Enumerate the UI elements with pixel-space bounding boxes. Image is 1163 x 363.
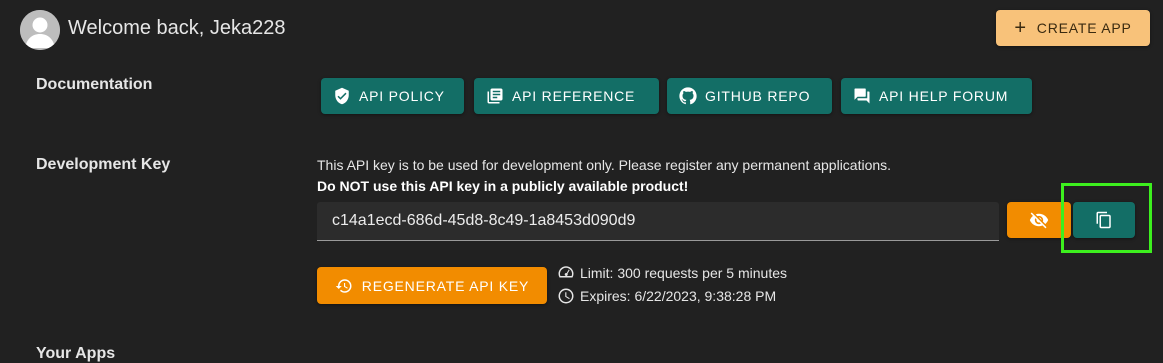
- copy-key-button[interactable]: [1073, 202, 1135, 238]
- api-help-forum-label: API HELP FORUM: [879, 88, 1009, 104]
- development-key-note: This API key is to be used for developme…: [317, 155, 891, 197]
- create-app-label: CREATE APP: [1036, 20, 1132, 36]
- regenerate-label: REGENERATE API KEY: [361, 277, 530, 294]
- api-key-value: c14a1ecd-686d-45d8-8c49-1a8453d090d9: [332, 212, 636, 229]
- rate-limit-info: Limit: 300 requests per 5 minutes: [557, 264, 787, 282]
- plus-icon: +: [1014, 17, 1027, 39]
- book-icon: [486, 87, 504, 105]
- api-key-field[interactable]: c14a1ecd-686d-45d8-8c49-1a8453d090d9: [317, 202, 999, 241]
- expires-text: Expires: 6/22/2023, 9:38:28 PM: [580, 288, 777, 304]
- api-help-forum-button[interactable]: API HELP FORUM: [841, 78, 1032, 114]
- regenerate-clock-icon: [335, 277, 353, 295]
- api-reference-button[interactable]: API REFERENCE: [474, 78, 659, 114]
- development-note-line: This API key is to be used for developme…: [317, 157, 892, 173]
- expiry-info: Expires: 6/22/2023, 9:38:28 PM: [557, 287, 776, 305]
- documentation-heading: Documentation: [36, 76, 153, 93]
- clock-icon: [557, 287, 575, 305]
- your-apps-heading: Your Apps: [36, 345, 116, 362]
- shield-check-icon: [333, 87, 351, 105]
- api-reference-label: API REFERENCE: [512, 88, 636, 104]
- github-repo-button[interactable]: GITHUB REPO: [667, 78, 832, 114]
- api-policy-label: API POLICY: [359, 88, 445, 104]
- copy-icon: [1095, 211, 1113, 229]
- user-avatar-icon: [20, 10, 60, 50]
- api-policy-button[interactable]: API POLICY: [321, 78, 464, 114]
- development-warning-line: Do NOT use this API key in a publicly av…: [317, 178, 689, 194]
- speedometer-icon: [557, 264, 575, 282]
- development-key-heading: Development Key: [36, 156, 171, 173]
- create-app-button[interactable]: + CREATE APP: [996, 10, 1150, 46]
- github-repo-label: GITHUB REPO: [705, 88, 811, 104]
- toggle-key-visibility-button[interactable]: [1007, 202, 1071, 238]
- limit-text: Limit: 300 requests per 5 minutes: [580, 265, 787, 281]
- eye-off-icon: [1029, 210, 1049, 230]
- avatar[interactable]: [20, 10, 60, 50]
- welcome-message: Welcome back, Jeka228: [68, 17, 286, 39]
- github-icon: [679, 87, 697, 105]
- regenerate-api-key-button[interactable]: REGENERATE API KEY: [317, 267, 547, 304]
- forum-icon: [853, 87, 871, 105]
